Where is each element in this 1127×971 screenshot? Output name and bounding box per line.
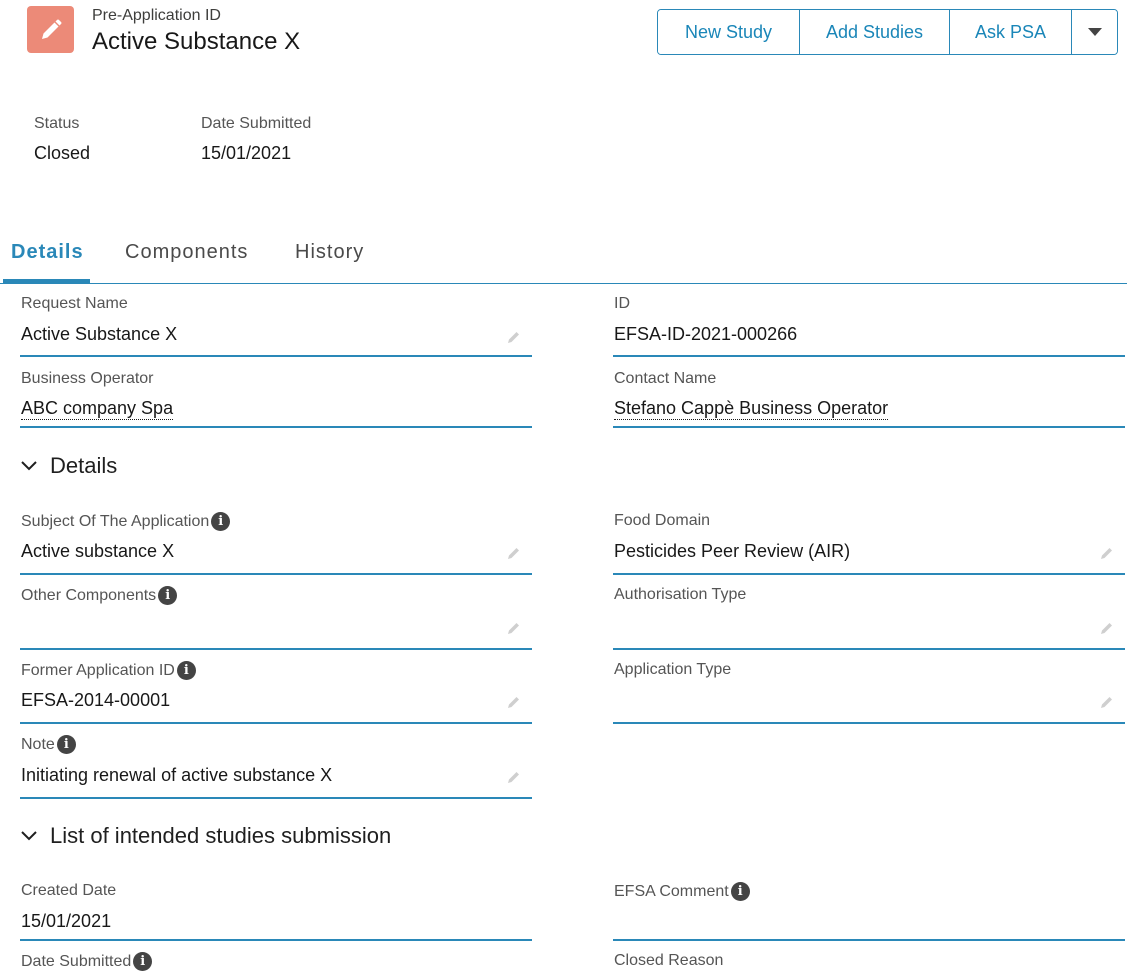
note-label: Note i (21, 735, 76, 754)
food-domain-underline (613, 573, 1125, 575)
created-date-value: 15/01/2021 (21, 911, 112, 931)
former-application-id-label: Former Application ID i (21, 661, 196, 680)
ask-psa-button[interactable]: Ask PSA (950, 10, 1072, 54)
business-operator-label: Business Operator (21, 370, 154, 387)
edit-pencil-icon[interactable] (507, 546, 521, 560)
edit-pencil-icon[interactable] (507, 695, 521, 709)
more-actions-button[interactable] (1072, 10, 1117, 54)
created-date-label: Created Date (21, 882, 117, 899)
id-value: EFSA-ID-2021-000266 (614, 324, 798, 344)
tab-history[interactable]: History (295, 241, 364, 264)
id-label: ID (614, 295, 630, 312)
info-icon[interactable]: i (211, 512, 231, 531)
authorisation-type-label: Authorisation Type (614, 586, 747, 603)
business-operator-field: ABC company Spa (21, 398, 174, 420)
edit-pencil-icon[interactable] (507, 770, 521, 784)
edit-pencil-icon[interactable] (1100, 695, 1114, 709)
pencil-icon (41, 19, 61, 39)
other-components-label: Other Components i (21, 586, 178, 605)
tab-details[interactable]: Details (11, 241, 84, 264)
details-section-toggle[interactable]: Details (20, 453, 117, 479)
other-components-underline (20, 648, 532, 650)
efsa-comment-underline (613, 939, 1125, 941)
status-label: Status (34, 115, 80, 132)
studies-date-submitted-label: Date Submitted i (21, 952, 153, 971)
edit-pencil-icon[interactable] (507, 330, 521, 344)
former-application-id-underline (20, 722, 532, 724)
request-name-label: Request Name (21, 295, 128, 312)
id-underline (613, 355, 1125, 357)
business-operator-link[interactable]: ABC company Spa (21, 398, 174, 420)
request-name-value: Active Substance X (21, 324, 178, 344)
edit-pencil-icon[interactable] (507, 621, 521, 635)
add-studies-button[interactable]: Add Studies (800, 10, 950, 54)
request-name-underline (20, 355, 532, 357)
page-title: Active Substance X (92, 28, 301, 55)
created-date-underline (20, 939, 532, 941)
info-icon[interactable]: i (56, 735, 76, 754)
note-value: Initiating renewal of active substance X (21, 765, 333, 785)
former-application-id-value: EFSA-2014-00001 (21, 690, 171, 710)
contact-name-link[interactable]: Stefano Cappè Business Operator (614, 398, 889, 420)
action-button-group: New Study Add Studies Ask PSA (657, 9, 1118, 55)
application-type-label: Application Type (614, 661, 732, 678)
studies-section-toggle[interactable]: List of intended studies submission (20, 823, 391, 849)
info-icon[interactable]: i (730, 882, 750, 901)
tab-components[interactable]: Components (125, 241, 248, 264)
caret-down-icon (1087, 28, 1102, 36)
food-domain-value: Pesticides Peer Review (AIR) (614, 541, 851, 561)
business-operator-underline (20, 426, 532, 428)
record-icon (27, 6, 74, 53)
closed-reason-label: Closed Reason (614, 952, 724, 969)
date-submitted-value: 15/01/2021 (201, 143, 292, 163)
note-underline (20, 797, 532, 799)
contact-name-underline (613, 426, 1125, 428)
info-icon[interactable]: i (133, 952, 153, 971)
application-type-underline (613, 722, 1125, 724)
object-type-label: Pre-Application ID (92, 7, 221, 24)
efsa-comment-label: EFSA Comment i (614, 882, 750, 901)
food-domain-label: Food Domain (614, 512, 711, 529)
authorisation-type-underline (613, 648, 1125, 650)
contact-name-label: Contact Name (614, 370, 717, 387)
contact-name-field: Stefano Cappè Business Operator (614, 398, 889, 420)
info-icon[interactable]: i (158, 586, 178, 605)
chevron-down-icon (21, 461, 37, 471)
edit-pencil-icon[interactable] (1100, 621, 1114, 635)
chevron-down-icon (21, 831, 37, 841)
tabs-divider (0, 283, 1127, 284)
info-icon[interactable]: i (176, 661, 196, 680)
subject-value: Active substance X (21, 541, 175, 561)
subject-underline (20, 573, 532, 575)
details-section-title: Details (50, 453, 118, 478)
status-value: Closed (34, 143, 91, 163)
new-study-button[interactable]: New Study (658, 10, 800, 54)
date-submitted-label: Date Submitted (201, 115, 312, 132)
subject-label: Subject Of The Application i (21, 512, 231, 531)
edit-pencil-icon[interactable] (1100, 546, 1114, 560)
studies-section-title: List of intended studies submission (50, 823, 392, 848)
